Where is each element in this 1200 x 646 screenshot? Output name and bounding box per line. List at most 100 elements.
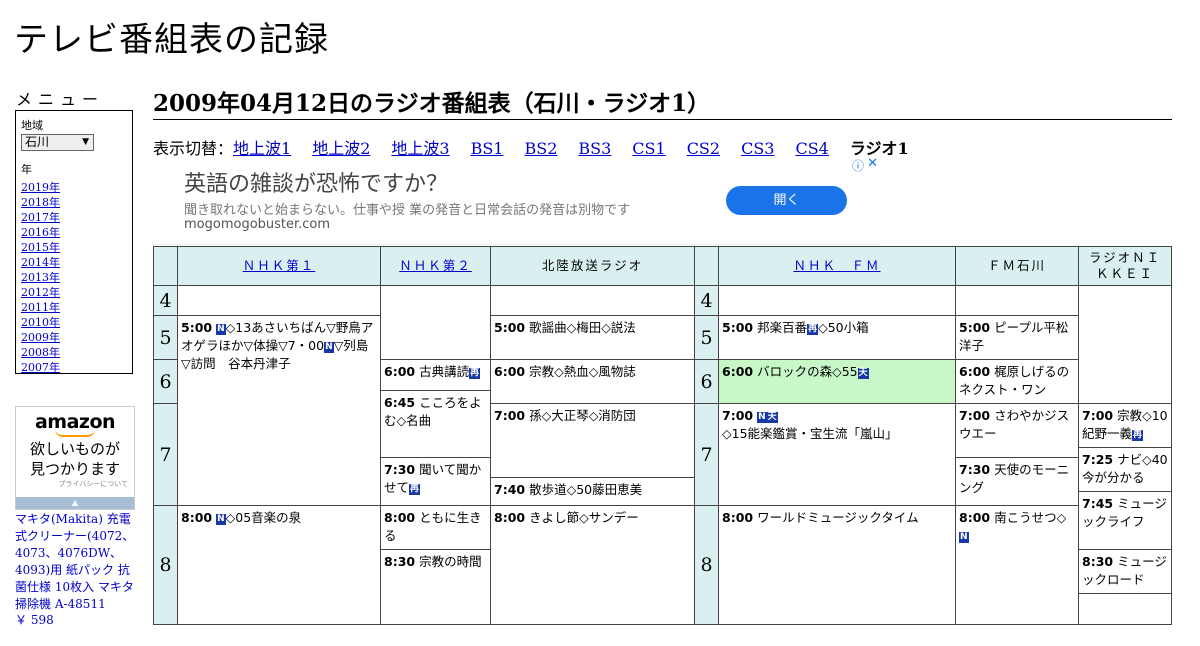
program-title: きよし節◇サンデー [529, 510, 639, 525]
program-cell-empty [380, 285, 491, 360]
program-time: 7:30 [959, 462, 991, 477]
program-time: 7:00 [1082, 408, 1114, 423]
hour-cell-right-7: 7 [694, 403, 719, 506]
channel-header-nhkfm: ＮＨＫ ＦＭ [718, 246, 956, 286]
year-link-2013[interactable]: 2013年 [21, 270, 127, 285]
channel-link-nhk2[interactable]: ＮＨＫ第２ [399, 258, 472, 274]
news-tag-icon: N [959, 532, 969, 543]
info-icon[interactable]: ⓘ [852, 157, 864, 174]
hour-label: 6 [700, 370, 713, 393]
program-cell[interactable]: 7:00 さわやかジスウエー [955, 403, 1079, 458]
banner-ad-domain[interactable]: mogomogobuster.com [184, 217, 330, 232]
program-cell[interactable]: 6:00 古典講読再 [380, 359, 491, 391]
hour-cell-6: 6 [153, 359, 178, 404]
channel-header-nhk2: ＮＨＫ第２ [380, 246, 491, 286]
program-cell[interactable]: 7:00 孫◇大正琴◇消防団 [490, 403, 695, 478]
banner-ad[interactable]: 英語の雑談が恐怖ですか？ 聞き取れないと始まらない。仕事や授 業の発音と日常会話… [153, 156, 880, 245]
hour-label: 8 [159, 554, 172, 576]
program-cell[interactable]: 5:00 邦楽百番再◇50小箱 [718, 315, 956, 360]
sidebar-menu: 地域 石川 ▼ 年 2019年 2018年 2017年 2016年 2015年 … [15, 110, 133, 374]
year-link-2016[interactable]: 2016年 [21, 225, 127, 240]
program-title: 古典講読 [419, 364, 470, 379]
program-cell[interactable]: 8:30 ミュージックロード [1078, 549, 1172, 594]
product-link[interactable]: マキタ(Makita) 充電式クリーナー(4072、4073、4076DW、40… [15, 511, 137, 613]
channel-header-mro: 北陸放送ラジオ [490, 246, 695, 286]
program-time: 7:00 [959, 408, 991, 423]
program-cell[interactable]: 7:00 N 天 ◇15能楽鑑賞・宝生流「嵐山」 [718, 403, 956, 506]
program-time: 8:00 [959, 510, 991, 525]
program-cell-empty [1078, 593, 1172, 625]
program-cell[interactable]: 6:00 バロックの森◇55天 [718, 359, 956, 404]
program-time: 6:00 [722, 364, 754, 379]
hour-label: 7 [700, 443, 713, 466]
close-icon[interactable]: ✕ [867, 156, 878, 171]
program-time: 6:00 [959, 364, 991, 379]
program-cell[interactable]: 6:00 梶原しげるのネクスト・ワン [955, 359, 1079, 404]
rerun-tag-icon: 再 [807, 324, 819, 335]
program-cell[interactable]: 8:00 ワールドミュージックタイム [718, 505, 956, 625]
program-cell[interactable]: 5:00 N◇13あさいちばん▽野鳥アオゲラほか▽体操▽7・00N▽列島▽訪問 … [177, 315, 381, 506]
program-cell-empty [490, 285, 695, 316]
hour-label: 5 [159, 326, 172, 349]
program-cell[interactable]: 8:30 宗教の時間 [380, 549, 491, 625]
year-link-2011[interactable]: 2011年 [21, 300, 127, 315]
year-label: 年 [21, 163, 32, 176]
program-cell[interactable]: 5:00 ピープル平松洋子 [955, 315, 1079, 360]
program-time: 8:00 [384, 510, 416, 525]
hour-label: 7 [159, 443, 172, 466]
program-cell[interactable]: 7:40 散歩道◇50藤田恵美 [490, 477, 695, 506]
program-time: 7:00 [722, 408, 754, 423]
program-cell[interactable]: 7:30 天使のモーニング [955, 457, 1079, 506]
program-cell[interactable]: 7:25 ナビ◇40今が分かる [1078, 447, 1172, 492]
program-cell[interactable]: 8:00 ともに生きる [380, 505, 491, 550]
year-link-2015[interactable]: 2015年 [21, 240, 127, 255]
program-cell-empty [177, 285, 381, 316]
program-time: 8:30 [384, 554, 416, 569]
year-link-2008[interactable]: 2008年 [21, 345, 127, 360]
channel-link-nhk1[interactable]: ＮＨＫ第１ [243, 258, 316, 274]
news-tag-icon: N [216, 514, 226, 525]
program-cell[interactable]: 6:45 こころをよむ◇名曲 [380, 390, 491, 458]
banner-ad-description: 聞き取れないと始まらない。仕事や授 業の発音と日常会話の発音は別物です [184, 203, 631, 218]
program-title: 歌謡曲◇梅田◇説法 [529, 320, 636, 335]
corner-cell [153, 246, 178, 286]
program-cell[interactable]: 8:00 きよし節◇サンデー [490, 505, 695, 625]
program-time: 8:00 [494, 510, 526, 525]
year-link-2019[interactable]: 2019年 [21, 180, 127, 195]
hour-cell-right-8: 8 [694, 505, 719, 625]
amazon-ad-bar[interactable]: ▲ [16, 497, 134, 509]
amazon-ad[interactable]: amazon 欲しいものが 見つかります プライバシーについて ▲ [15, 406, 135, 510]
program-time: 5:00 [494, 320, 526, 335]
product-price: ￥ 598 [15, 613, 54, 627]
amazon-privacy-link[interactable]: プライバシーについて [16, 479, 128, 489]
program-cell[interactable]: 6:00 宗教◇熱血◇風物誌 [490, 359, 695, 404]
program-time: 8:00 [722, 510, 754, 525]
year-link-2007[interactable]: 2007年 [21, 360, 127, 375]
year-link-2009[interactable]: 2009年 [21, 330, 127, 345]
year-link-2010[interactable]: 2010年 [21, 315, 127, 330]
year-link-2012[interactable]: 2012年 [21, 285, 127, 300]
program-cell-empty [718, 285, 956, 316]
program-cell[interactable]: 7:00 宗教◇10紀野一義再 [1078, 403, 1172, 448]
program-cell[interactable]: 7:30 聞いて聞かせて再 [380, 457, 491, 506]
program-cell[interactable]: 8:00 南こうせつ◇ N [955, 505, 1079, 625]
program-time: 8:30 [1082, 554, 1114, 569]
program-cell[interactable]: 5:00 歌謡曲◇梅田◇説法 [490, 315, 695, 360]
year-link-2017[interactable]: 2017年 [21, 210, 127, 225]
menu-heading: メニュー [16, 90, 105, 109]
program-cell-empty [955, 285, 1079, 316]
hour-cell-4: 4 [153, 285, 178, 316]
program-time: 7:40 [494, 482, 526, 497]
banner-ad-open-button[interactable]: 開く [726, 186, 847, 215]
hour-cell-right-4: 4 [694, 285, 719, 316]
banner-ad-headline[interactable]: 英語の雑談が恐怖ですか？ [184, 166, 448, 198]
program-cell[interactable]: 7:45 ミュージックライフ [1078, 491, 1172, 550]
channel-link-nhkfm[interactable]: ＮＨＫ ＦＭ [793, 258, 880, 274]
year-link-2014[interactable]: 2014年 [21, 255, 127, 270]
year-link-2018[interactable]: 2018年 [21, 195, 127, 210]
program-cell[interactable]: 8:00 N◇05音楽の泉 [177, 505, 381, 625]
region-select[interactable]: 石川 ▼ [21, 134, 94, 151]
program-title: 孫◇大正琴◇消防団 [529, 408, 636, 423]
program-time: 7:25 [1082, 452, 1114, 467]
site-title: テレビ番組表の記録 [14, 20, 329, 60]
